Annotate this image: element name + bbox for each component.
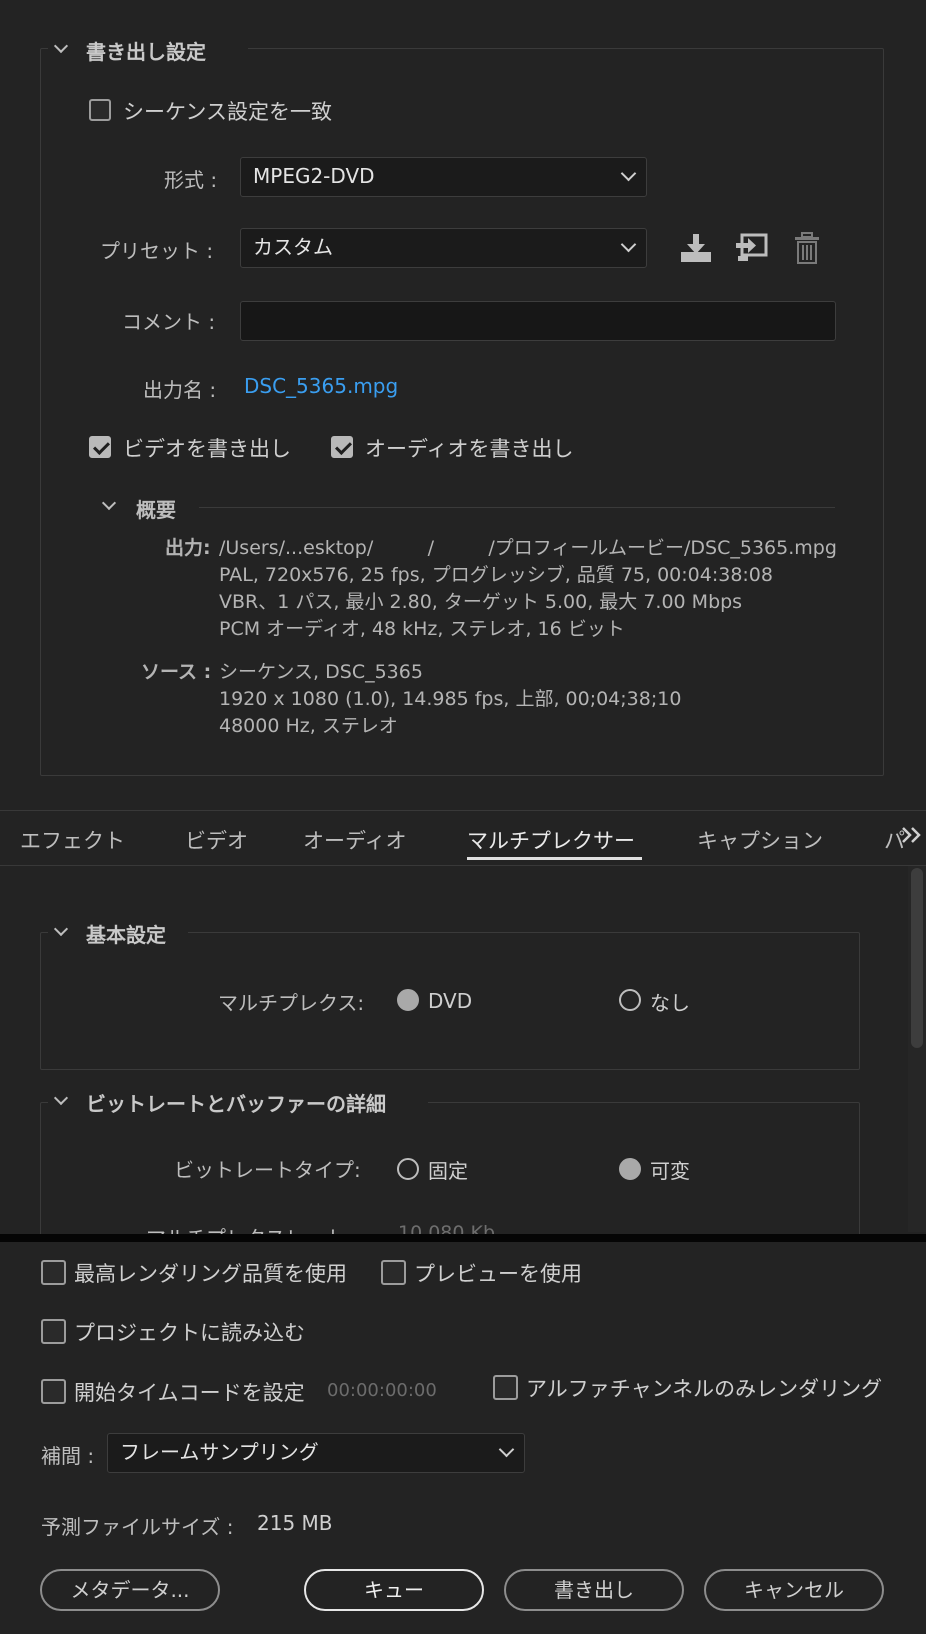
export-audio-label: オーディオを書き出し bbox=[365, 437, 574, 461]
output-name-label: 出力名 : bbox=[143, 378, 217, 402]
active-tab-underline bbox=[467, 857, 642, 860]
summary-title: 概要 bbox=[136, 498, 176, 522]
tab-effects[interactable]: エフェクト bbox=[20, 825, 125, 855]
chevron-down-icon bbox=[498, 1441, 515, 1458]
export-video-label: ビデオを書き出し bbox=[123, 437, 291, 461]
double-chevron-right-icon[interactable] bbox=[900, 824, 924, 846]
import-preset-icon[interactable] bbox=[734, 232, 768, 264]
alpha-only-checkbox[interactable] bbox=[493, 1375, 518, 1400]
chevron-down-icon bbox=[101, 495, 117, 511]
metadata-button[interactable]: メタデータ... bbox=[40, 1569, 220, 1611]
multiplex-none-label: なし bbox=[650, 991, 690, 1015]
preset-label: プリセット : bbox=[100, 239, 214, 263]
multiplex-dvd-radio[interactable] bbox=[397, 989, 419, 1011]
max-render-quality-label: 最高レンダリング品質を使用 bbox=[74, 1262, 347, 1286]
file-size-value: 215 MB bbox=[257, 1511, 333, 1535]
start-timecode-value[interactable]: 00:00:00:00 bbox=[327, 1380, 437, 1401]
export-button[interactable]: 書き出し bbox=[504, 1569, 684, 1611]
multiplex-label: マルチプレクス: bbox=[218, 991, 365, 1015]
bitrate-clip: ビットレートとバッファーの詳細 ビットレートタイプ: 固定 可変 マルチプレクス… bbox=[0, 1080, 905, 1234]
summary-source-line: シーケンス, DSC_5365 bbox=[219, 661, 423, 683]
alpha-only-label: アルファチャンネルのみレンダリング bbox=[526, 1377, 883, 1401]
section-divider bbox=[0, 1234, 926, 1242]
export-video-checkbox[interactable] bbox=[89, 436, 111, 458]
bitrate-variable-radio[interactable] bbox=[619, 1158, 641, 1180]
chevron-down-icon bbox=[53, 38, 69, 54]
tab-captions[interactable]: キャプション bbox=[697, 825, 823, 855]
use-preview-label: プレビューを使用 bbox=[414, 1262, 582, 1286]
bitrate-buffer-header[interactable]: ビットレートとバッファーの詳細 bbox=[48, 1086, 428, 1116]
interpolation-value: フレームサンプリング bbox=[120, 1440, 319, 1464]
use-preview-checkbox[interactable] bbox=[381, 1260, 406, 1285]
tab-multiplexer[interactable]: マルチプレクサー bbox=[467, 825, 635, 855]
comment-field[interactable] bbox=[240, 301, 836, 341]
chevron-down-icon bbox=[53, 1090, 69, 1106]
section-title: 書き出し設定 bbox=[86, 40, 206, 64]
preset-dropdown[interactable]: カスタム bbox=[240, 228, 647, 268]
import-into-project-checkbox[interactable] bbox=[41, 1319, 66, 1344]
save-preset-icon[interactable] bbox=[679, 232, 713, 264]
tab-video[interactable]: ビデオ bbox=[185, 825, 248, 855]
partial-rate-value: 10,080 Kb bbox=[398, 1222, 496, 1234]
start-timecode-checkbox[interactable] bbox=[41, 1379, 66, 1404]
tab-audio[interactable]: オーディオ bbox=[303, 825, 407, 855]
file-size-label: 予測ファイルサイズ : bbox=[41, 1515, 234, 1539]
basic-settings-title: 基本設定 bbox=[86, 923, 166, 947]
start-timecode-label: 開始タイムコードを設定 bbox=[74, 1381, 305, 1405]
interpolation-label: 補間 : bbox=[41, 1444, 95, 1468]
summary-output-line: PAL, 720x576, 25 fps, プログレッシブ, 品質 75, 00… bbox=[219, 564, 773, 586]
format-dropdown[interactable]: MPEG2-DVD bbox=[240, 157, 647, 197]
chevron-down-icon bbox=[53, 921, 69, 937]
basic-settings-header[interactable]: 基本設定 bbox=[48, 917, 188, 947]
cancel-button[interactable]: キャンセル bbox=[704, 1569, 884, 1611]
comment-label: コメント : bbox=[122, 310, 216, 334]
multiplex-none-radio[interactable] bbox=[619, 989, 641, 1011]
chevron-down-icon bbox=[620, 165, 637, 182]
import-into-project-label: プロジェクトに読み込む bbox=[74, 1321, 305, 1345]
delete-preset-icon[interactable] bbox=[792, 231, 822, 265]
export-settings-header[interactable]: 書き出し設定 bbox=[48, 34, 248, 64]
summary-divider bbox=[199, 507, 835, 508]
summary-output-line: /Users/...esktop/ / /プロフィールムービー/DSC_5365… bbox=[219, 537, 837, 559]
queue-button[interactable]: キュー bbox=[304, 1569, 484, 1611]
bitrate-buffer-title: ビットレートとバッファーの詳細 bbox=[86, 1092, 386, 1116]
partial-rate-label: マルチプレクスレート: bbox=[146, 1222, 352, 1234]
bitrate-type-label: ビットレートタイプ: bbox=[174, 1158, 361, 1182]
preset-value: カスタム bbox=[253, 235, 333, 259]
summary-output-line: VBR、1 パス, 最小 2.80, ターゲット 5.00, 最大 7.00 M… bbox=[219, 591, 743, 613]
summary-source-lines: シーケンス, DSC_5365 1920 x 1080 (1.0), 14.98… bbox=[219, 659, 681, 740]
summary-output-line: PCM オーディオ, 48 kHz, ステレオ, 16 ビット bbox=[219, 618, 625, 640]
summary-output-lines: /Users/...esktop/ / /プロフィールムービー/DSC_5365… bbox=[219, 535, 837, 643]
match-sequence-label: シーケンス設定を一致 bbox=[123, 100, 332, 124]
interpolation-dropdown[interactable]: フレームサンプリング bbox=[107, 1433, 525, 1473]
max-render-quality-checkbox[interactable] bbox=[41, 1260, 66, 1285]
bitrate-fixed-label: 固定 bbox=[428, 1159, 468, 1183]
summary-source-label: ソース : bbox=[141, 661, 212, 683]
bitrate-fixed-radio[interactable] bbox=[397, 1158, 419, 1180]
bitrate-variable-label: 可変 bbox=[650, 1159, 690, 1183]
summary-output-label: 出力: bbox=[165, 537, 211, 559]
summary-source-line: 1920 x 1080 (1.0), 14.985 fps, 上部, 00;04… bbox=[219, 688, 682, 710]
format-label: 形式 : bbox=[164, 168, 218, 192]
chevron-down-icon bbox=[620, 236, 637, 253]
output-name-link[interactable]: DSC_5365.mpg bbox=[244, 374, 398, 398]
multiplex-dvd-label: DVD bbox=[428, 989, 473, 1013]
export-audio-checkbox[interactable] bbox=[331, 436, 353, 458]
summary-source-line: 48000 Hz, ステレオ bbox=[219, 715, 398, 737]
scrollbar-thumb[interactable] bbox=[911, 868, 923, 1048]
match-sequence-checkbox[interactable] bbox=[89, 99, 111, 121]
format-value: MPEG2-DVD bbox=[253, 164, 375, 188]
